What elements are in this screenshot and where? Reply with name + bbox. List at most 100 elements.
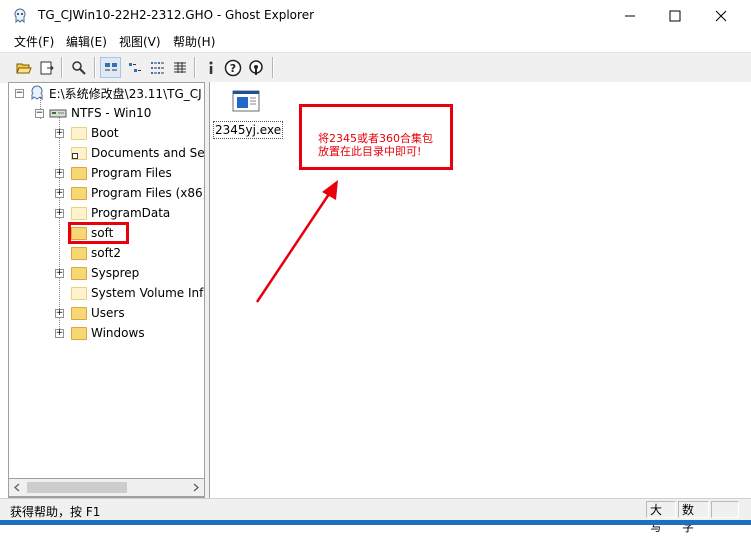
tree-item-documents-and-settings[interactable]: Documents and Set: [71, 144, 204, 162]
soft-highlight-box: [68, 222, 129, 244]
expand-toggle[interactable]: +: [55, 269, 64, 278]
root-collapse-toggle[interactable]: −: [15, 89, 24, 98]
small-icons-button[interactable]: [124, 57, 145, 78]
tree-item-label: Program Files: [91, 166, 172, 180]
scrollbar-thumb[interactable]: [27, 482, 127, 493]
tree-item-label: Sysprep: [91, 266, 140, 280]
help-icon: ?: [224, 59, 241, 76]
status-bar: 获得帮助，按 F1 大写 数字: [0, 498, 751, 534]
tree-root-label: E:\系统修改盘\23.11\TG_CJ: [49, 86, 202, 101]
maximize-icon: [669, 10, 681, 21]
folder-icon: [71, 246, 87, 260]
scroll-lock-indicator: [711, 501, 739, 518]
large-icons-button[interactable]: [100, 57, 121, 78]
folder-icon: [71, 206, 87, 220]
annotation-line-1: 将2345或者360合集包: [318, 132, 433, 145]
context-help-button[interactable]: [245, 57, 266, 78]
folder-tree[interactable]: − E:\系统修改盘\23.11\TG_CJ − NTFS - Win10 + …: [8, 82, 205, 498]
find-icon: [71, 60, 86, 75]
minimize-button[interactable]: [607, 0, 653, 31]
expand-toggle[interactable]: +: [55, 209, 64, 218]
caps-lock-indicator: 大写: [646, 501, 676, 534]
ghost-image-icon: [31, 85, 43, 101]
window-title: TG_CJWin10-22H2-2312.GHO - Ghost Explore…: [38, 8, 315, 22]
tree-root[interactable]: E:\系统修改盘\23.11\TG_CJ: [29, 84, 202, 102]
maximize-button[interactable]: [652, 0, 698, 31]
folder-icon: [71, 306, 87, 320]
open-button[interactable]: [13, 57, 34, 78]
tree-item-soft2[interactable]: soft2: [71, 244, 121, 262]
expand-toggle[interactable]: +: [55, 169, 64, 178]
info-button[interactable]: [200, 57, 221, 78]
scroll-right-icon[interactable]: [192, 483, 200, 492]
close-icon: [715, 10, 727, 21]
close-button[interactable]: [698, 0, 744, 31]
menu-edit[interactable]: 编辑(E): [66, 33, 107, 50]
annotation-line-2: 放置在此目录中即可!: [318, 145, 422, 158]
small-icons-icon: [128, 62, 141, 72]
tree-item-boot[interactable]: Boot: [71, 124, 119, 142]
title-bar: TG_CJWin10-22H2-2312.GHO - Ghost Explore…: [0, 0, 751, 31]
num-lock-indicator: 数字: [678, 501, 709, 534]
toolbar-separator: [272, 57, 274, 78]
folder-icon: [71, 326, 87, 340]
tree-horizontal-scrollbar[interactable]: [8, 478, 205, 497]
tree-item-program-files-x86[interactable]: Program Files (x86): [71, 184, 205, 202]
volume-collapse-toggle[interactable]: −: [35, 109, 44, 118]
toolbar-separator: [194, 57, 196, 78]
extract-icon: [40, 61, 54, 74]
tree-item-system-volume-info[interactable]: System Volume Infc: [71, 284, 205, 302]
minimize-icon: [625, 15, 635, 16]
extract-button[interactable]: [36, 57, 57, 78]
expand-toggle[interactable]: +: [55, 329, 64, 338]
find-button[interactable]: [68, 57, 89, 78]
status-text: 获得帮助，按 F1: [10, 505, 101, 519]
svg-text:?: ?: [229, 62, 235, 75]
expand-toggle[interactable]: +: [55, 189, 64, 198]
folder-icon: [71, 186, 87, 200]
toolbar: ?: [0, 52, 751, 83]
tree-item-label: soft2: [91, 246, 121, 260]
menu-file[interactable]: 文件(F): [14, 33, 54, 50]
annotation-text: 将2345或者360合集包 放置在此目录中即可!: [318, 132, 448, 158]
annotation-arrow-icon: [255, 180, 338, 303]
tree-item-windows[interactable]: Windows: [71, 324, 145, 342]
tree-item-label: Boot: [91, 126, 119, 140]
context-help-icon: [248, 59, 263, 75]
shortcut-folder-icon: [71, 146, 87, 160]
toolbar-separator: [61, 57, 63, 78]
tree-item-label: Windows: [91, 326, 145, 340]
scroll-left-icon[interactable]: [13, 483, 21, 492]
folder-icon: [71, 166, 87, 180]
details-icon: [173, 61, 186, 73]
tree-item-sysprep[interactable]: Sysprep: [71, 264, 139, 282]
tree-volume[interactable]: NTFS - Win10: [49, 104, 151, 122]
tree-item-programdata[interactable]: ProgramData: [71, 204, 170, 222]
expand-toggle[interactable]: +: [55, 309, 64, 318]
info-icon: [209, 61, 212, 74]
folder-icon: [71, 286, 87, 300]
folder-icon: [71, 266, 87, 280]
tree-item-label: Program Files (x86): [91, 186, 205, 200]
details-button[interactable]: [169, 57, 190, 78]
desktop-strip: [0, 520, 751, 525]
menu-view[interactable]: 视图(V): [119, 33, 161, 50]
file-name-label: 2345yj.exe: [213, 121, 284, 139]
tree-item-label: Users: [91, 306, 125, 320]
menu-help[interactable]: 帮助(H): [173, 33, 215, 50]
toolbar-separator: [94, 57, 96, 78]
open-icon: [15, 63, 32, 73]
help-button[interactable]: ?: [222, 57, 243, 78]
expand-toggle[interactable]: +: [55, 129, 64, 138]
tree-item-users[interactable]: Users: [71, 304, 125, 322]
exe-window-icon: [232, 90, 260, 112]
folder-icon: [71, 126, 87, 140]
tree-item-program-files[interactable]: Program Files: [71, 164, 172, 182]
large-icons-icon: [104, 62, 117, 70]
list-button[interactable]: [146, 57, 167, 78]
menu-bar: 文件(F) 编辑(E) 视图(V) 帮助(H): [0, 31, 751, 51]
list-icon: [150, 61, 164, 74]
tree-item-label: ProgramData: [91, 206, 171, 220]
tree-item-label: System Volume Infc: [91, 286, 205, 300]
tree-volume-label: NTFS - Win10: [71, 106, 152, 120]
